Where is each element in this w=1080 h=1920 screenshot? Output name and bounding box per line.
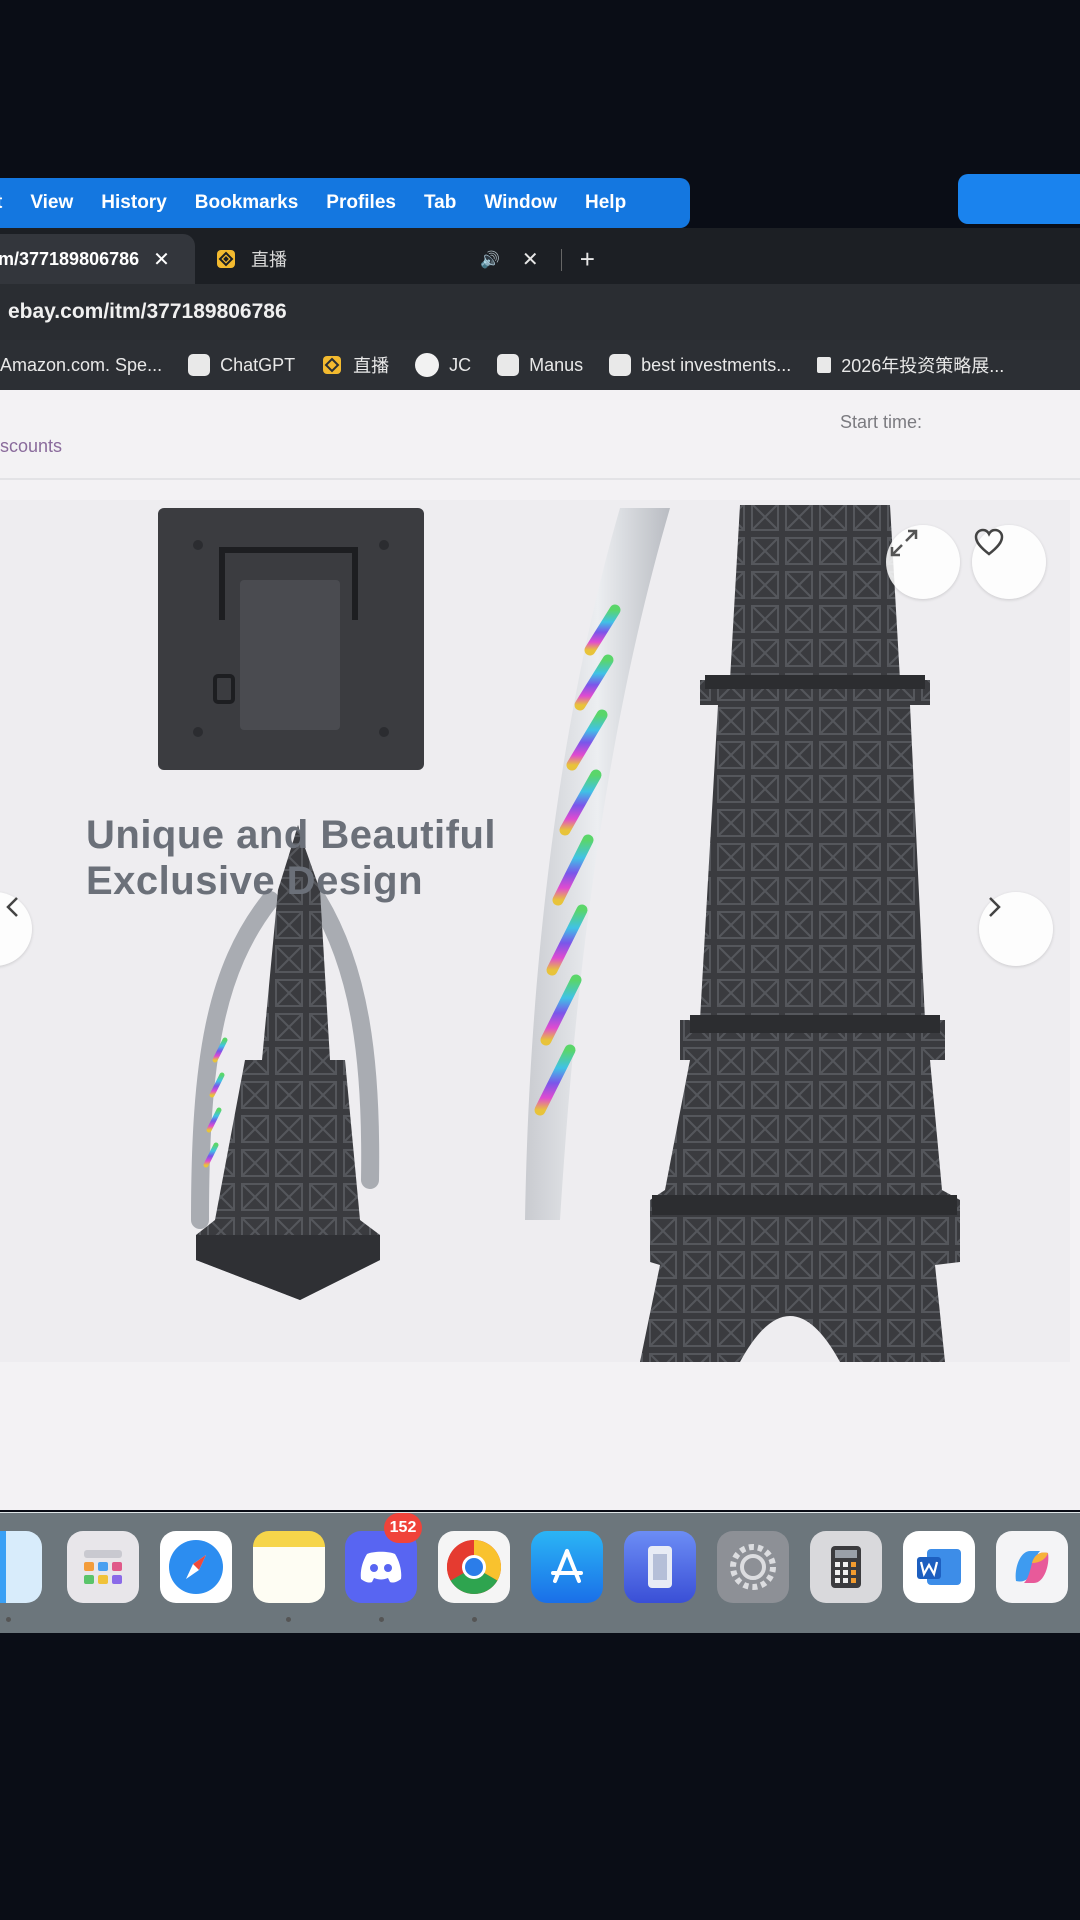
running-indicator bbox=[286, 1617, 291, 1622]
bookmark-jc[interactable]: JC bbox=[415, 353, 471, 377]
menu-edit[interactable]: t bbox=[0, 192, 2, 214]
system-settings-icon[interactable] bbox=[717, 1531, 789, 1603]
screen: t View History Bookmarks Profiles Tab Wi… bbox=[0, 170, 1080, 1650]
app-store-logo-icon bbox=[551, 1549, 583, 1583]
chevron-right-icon bbox=[989, 897, 1001, 917]
safari-icon[interactable] bbox=[160, 1531, 232, 1603]
nike-icon bbox=[415, 353, 440, 377]
notification-badge: 152 bbox=[384, 1513, 422, 1543]
tab-bar: m/377189806786 ✕ 直播 🔊 ✕ + bbox=[0, 228, 1080, 284]
chevron-left-icon bbox=[6, 897, 18, 917]
menu-bookmarks[interactable]: Bookmarks bbox=[195, 192, 299, 214]
bookmark-best-investments[interactable]: best investments... bbox=[609, 354, 791, 376]
tab-title: m/377189806786 bbox=[0, 248, 140, 269]
tab-title: 直播 bbox=[251, 250, 287, 270]
close-icon[interactable]: ✕ bbox=[522, 247, 539, 272]
running-indicator bbox=[379, 1617, 384, 1622]
tab-controls: 🔊 ✕ + bbox=[480, 244, 617, 275]
bookmark-label: ChatGPT bbox=[220, 354, 296, 375]
discounts-link[interactable]: scounts bbox=[0, 436, 62, 457]
menu-view[interactable]: View bbox=[30, 192, 73, 214]
launchpad-grid-icon bbox=[84, 1550, 122, 1584]
url-field[interactable]: ebay.com/itm/377189806786 bbox=[8, 300, 287, 324]
address-bar: ebay.com/itm/377189806786 bbox=[0, 284, 1080, 340]
menu-bar: t View History Bookmarks Profiles Tab Wi… bbox=[0, 178, 690, 228]
menu-bar-status-area bbox=[958, 174, 1080, 224]
divider bbox=[0, 478, 1080, 480]
calculator-icon[interactable] bbox=[810, 1531, 882, 1603]
tab-close-icon[interactable]: ✕ bbox=[153, 247, 170, 272]
menu-window[interactable]: Window bbox=[484, 192, 557, 214]
new-tab-button[interactable]: + bbox=[580, 244, 595, 275]
start-time-label: Start time: bbox=[840, 412, 923, 432]
bookmark-amazon[interactable]: Amazon.com. Spe... bbox=[0, 355, 162, 376]
headline-line-2: Exclusive Design bbox=[86, 859, 424, 903]
product-image bbox=[158, 505, 960, 1362]
discord-logo-icon bbox=[360, 1551, 402, 1583]
bookmark-label: 2026年投资策略展... bbox=[841, 356, 1005, 376]
expand-icon bbox=[890, 529, 918, 557]
running-indicator bbox=[6, 1617, 11, 1622]
bookmarks-bar: Amazon.com. Spe... ChatGPT 直播 JC Manus b… bbox=[0, 340, 1080, 390]
doc-icon bbox=[817, 357, 832, 373]
bookmark-chatgpt[interactable]: ChatGPT bbox=[188, 354, 295, 376]
chrome-icon[interactable] bbox=[438, 1531, 510, 1603]
bookmark-manus[interactable]: Manus bbox=[497, 354, 583, 376]
word-logo-icon bbox=[917, 1549, 961, 1585]
finder-icon[interactable] bbox=[0, 1531, 42, 1603]
gear-icon bbox=[730, 1544, 776, 1590]
calculator-logo-icon bbox=[831, 1546, 861, 1588]
compass-icon bbox=[169, 1540, 223, 1594]
product-image-gallery: Unique and Beautiful Exclusive Design bbox=[0, 500, 1070, 1362]
bookmark-live[interactable]: 直播 bbox=[321, 352, 389, 378]
headline-line-1: Unique and Beautiful bbox=[86, 813, 496, 857]
simulator-icon[interactable] bbox=[624, 1531, 696, 1603]
app-store-icon[interactable] bbox=[531, 1531, 603, 1603]
binance-icon bbox=[217, 250, 235, 268]
expand-button[interactable] bbox=[886, 525, 960, 599]
chatgpt-icon bbox=[188, 354, 211, 376]
copilot-logo-icon bbox=[1015, 1551, 1049, 1583]
chatgpt-icon bbox=[609, 354, 632, 376]
page-content: scounts Start time: Unique and Beautiful… bbox=[0, 390, 1080, 1510]
heart-icon bbox=[974, 528, 1004, 556]
notes-icon[interactable] bbox=[253, 1531, 325, 1603]
tab-separator bbox=[560, 248, 562, 271]
tab-live[interactable]: 直播 bbox=[215, 246, 287, 272]
bookmark-label: 直播 bbox=[353, 356, 390, 376]
menu-profiles[interactable]: Profiles bbox=[326, 192, 396, 214]
binance-icon bbox=[323, 356, 342, 374]
manus-icon bbox=[497, 354, 520, 376]
menu-help[interactable]: Help bbox=[585, 192, 626, 214]
bookmark-label: Manus bbox=[529, 354, 584, 375]
running-indicator bbox=[472, 1617, 477, 1622]
word-icon[interactable] bbox=[903, 1531, 975, 1603]
bookmark-strategy[interactable]: 2026年投资策略展... bbox=[817, 352, 1004, 378]
dock: 152 bbox=[0, 1512, 1080, 1633]
menu-history[interactable]: History bbox=[101, 192, 166, 214]
next-image-button[interactable] bbox=[979, 892, 1053, 966]
copilot-icon[interactable] bbox=[996, 1531, 1068, 1603]
phone-icon bbox=[648, 1546, 672, 1588]
bookmark-label: Amazon.com. Spe... bbox=[0, 354, 163, 375]
bookmark-label: JC bbox=[449, 354, 472, 375]
watchlist-button[interactable] bbox=[972, 525, 1046, 599]
product-headline: Unique and Beautiful Exclusive Design bbox=[86, 812, 496, 904]
launchpad-icon[interactable] bbox=[67, 1531, 139, 1603]
chrome-logo-icon bbox=[446, 1540, 502, 1595]
speaker-icon[interactable]: 🔊 bbox=[480, 250, 500, 270]
tab-ebay[interactable]: m/377189806786 ✕ bbox=[0, 234, 195, 284]
bookmark-label: best investments... bbox=[641, 354, 792, 375]
menu-tab[interactable]: Tab bbox=[424, 192, 456, 214]
